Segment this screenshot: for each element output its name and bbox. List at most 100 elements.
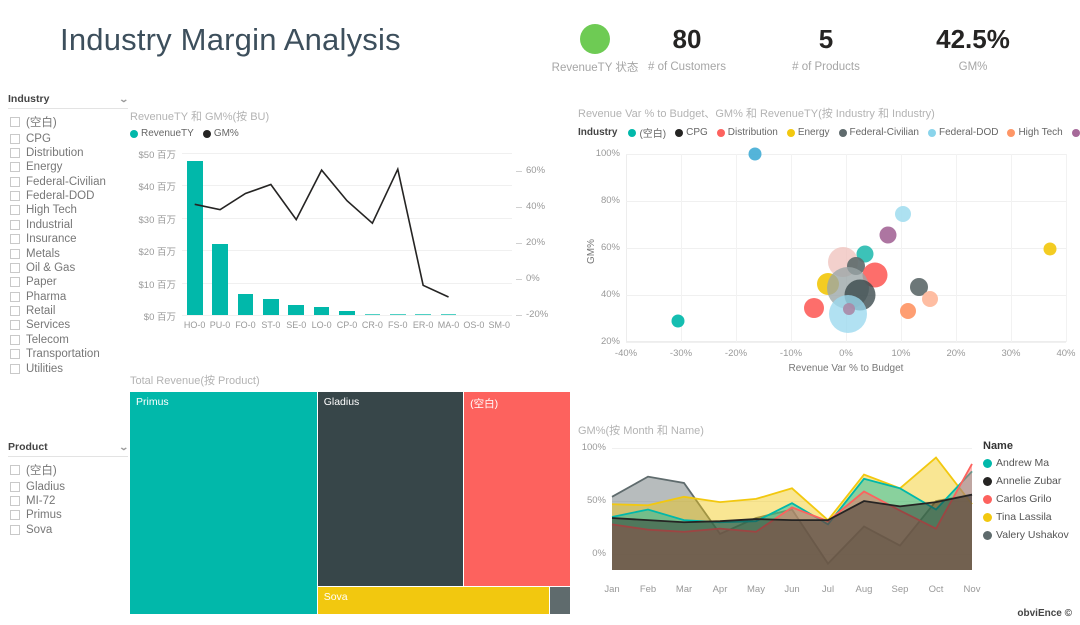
- checkbox-icon[interactable]: [10, 335, 20, 345]
- legend-item[interactable]: Tina Lassila: [983, 511, 1069, 523]
- area-chart-title: GM%(按 Month 和 Name): [578, 422, 1078, 438]
- slicer-item[interactable]: Oil & Gas: [8, 261, 128, 275]
- scatter-bubble[interactable]: [900, 303, 916, 319]
- slicer-item[interactable]: High Tech: [8, 203, 128, 217]
- legend-item[interactable]: Andrew Ma: [983, 457, 1069, 469]
- slicer-item[interactable]: Insurance: [8, 232, 128, 246]
- checkbox-icon[interactable]: [10, 263, 20, 273]
- treemap-cell[interactable]: Sova: [318, 587, 549, 614]
- checkbox-icon[interactable]: [10, 510, 20, 520]
- treemap-cell[interactable]: Gladius: [318, 392, 464, 586]
- legend-item[interactable]: Distribution: [717, 127, 778, 138]
- slicer-item[interactable]: (空白): [8, 461, 128, 479]
- treemap-cell-label: Gladius: [324, 396, 360, 408]
- chevron-down-icon[interactable]: ⌄: [119, 442, 130, 453]
- slicer-item[interactable]: MI-72: [8, 494, 128, 508]
- checkbox-icon[interactable]: [10, 465, 20, 475]
- scatter-bubble[interactable]: [672, 314, 685, 327]
- scatter-bubble[interactable]: [1043, 243, 1056, 256]
- legend-item[interactable]: GM%: [203, 128, 239, 139]
- legend-item[interactable]: Industrial: [1072, 127, 1080, 138]
- legend-label: Federal-DOD: [939, 127, 998, 138]
- checkbox-icon[interactable]: [10, 134, 20, 144]
- legend-item[interactable]: High Tech: [1007, 127, 1062, 138]
- checkbox-icon[interactable]: [10, 320, 20, 330]
- checkbox-icon[interactable]: [10, 148, 20, 158]
- x-axis-tick-label: -40%: [604, 348, 648, 359]
- slicer-item[interactable]: Industrial: [8, 218, 128, 232]
- legend-item[interactable]: Valery Ushakov: [983, 529, 1069, 541]
- scatter-chart-revenue-var[interactable]: Revenue Var % to Budget、GM% 和 RevenueTY(…: [578, 105, 1078, 390]
- legend-item[interactable]: CPG: [675, 127, 708, 138]
- checkbox-icon[interactable]: [10, 482, 20, 492]
- slicer-product[interactable]: Product ⌄ (空白)GladiusMI-72PrimusSova: [8, 441, 128, 537]
- slicer-item[interactable]: Utilities: [8, 361, 128, 375]
- area-chart-legend[interactable]: NameAndrew MaAnnelie ZubarCarlos GriloTi…: [983, 440, 1069, 547]
- slicer-item[interactable]: Federal-DOD: [8, 189, 128, 203]
- treemap-cell[interactable]: Primus: [130, 392, 317, 614]
- checkbox-icon[interactable]: [10, 525, 20, 535]
- legend-item[interactable]: (空白): [628, 125, 666, 140]
- slicer-item[interactable]: Metals: [8, 246, 128, 260]
- slicer-item[interactable]: Telecom: [8, 333, 128, 347]
- slicer-item[interactable]: Gladius: [8, 479, 128, 493]
- checkbox-icon[interactable]: [10, 117, 20, 127]
- slicer-item[interactable]: Federal-Civilian: [8, 175, 128, 189]
- checkbox-icon[interactable]: [10, 177, 20, 187]
- slicer-item[interactable]: Services: [8, 318, 128, 332]
- chevron-down-icon[interactable]: ⌄: [119, 94, 130, 105]
- slicer-item[interactable]: CPG: [8, 131, 128, 145]
- treemap-total-revenue[interactable]: Total Revenue(按 Product) PrimusGladius(空…: [130, 372, 572, 617]
- scatter-bubble[interactable]: [843, 303, 855, 315]
- slicer-industry[interactable]: Industry ⌄ (空白)CPGDistributionEnergyFede…: [8, 93, 128, 376]
- slicer-item-label: Distribution: [26, 147, 84, 159]
- legend-bullet-icon: [1007, 129, 1015, 137]
- slicer-item[interactable]: Primus: [8, 508, 128, 522]
- checkbox-icon[interactable]: [10, 234, 20, 244]
- scatter-bubble[interactable]: [749, 148, 762, 161]
- legend-item[interactable]: Annelie Zubar: [983, 475, 1069, 487]
- scatter-chart-legend[interactable]: Industry(空白)CPGDistributionEnergyFederal…: [578, 125, 1078, 140]
- checkbox-icon[interactable]: [10, 277, 20, 287]
- area-chart-gm-month[interactable]: GM%(按 Month 和 Name) 0%50%100%JanFebMarAp…: [578, 422, 1078, 617]
- checkbox-icon[interactable]: [10, 306, 20, 316]
- scatter-bubble[interactable]: [895, 206, 911, 222]
- scatter-bubble[interactable]: [922, 291, 938, 307]
- treemap-cell-label: (空白): [470, 398, 498, 410]
- slicer-product-header[interactable]: Product ⌄: [8, 441, 128, 457]
- slicer-item[interactable]: Sova: [8, 523, 128, 537]
- legend-item[interactable]: Federal-Civilian: [839, 127, 919, 138]
- slicer-item[interactable]: Retail: [8, 304, 128, 318]
- checkbox-icon[interactable]: [10, 191, 20, 201]
- legend-item[interactable]: Federal-DOD: [928, 127, 998, 138]
- checkbox-icon[interactable]: [10, 349, 20, 359]
- slicer-item[interactable]: Paper: [8, 275, 128, 289]
- legend-item[interactable]: RevenueTY: [130, 128, 194, 139]
- treemap-cell[interactable]: (空白): [464, 392, 569, 586]
- slicer-item[interactable]: (空白): [8, 113, 128, 131]
- checkbox-icon[interactable]: [10, 496, 20, 506]
- checkbox-icon[interactable]: [10, 205, 20, 215]
- slicer-industry-header[interactable]: Industry ⌄: [8, 93, 128, 109]
- kpi-gm-percent: 42.5% GM%: [918, 22, 1028, 73]
- scatter-bubble[interactable]: [804, 298, 824, 318]
- slicer-product-list: (空白)GladiusMI-72PrimusSova: [8, 461, 128, 537]
- legend-item[interactable]: Carlos Grilo: [983, 493, 1069, 505]
- legend-item[interactable]: Energy: [787, 127, 830, 138]
- treemap-cell-label: Sova: [324, 591, 348, 603]
- slicer-item[interactable]: Distribution: [8, 146, 128, 160]
- checkbox-icon[interactable]: [10, 249, 20, 259]
- combo-chart-revenue-gm[interactable]: RevenueTY 和 GM%(按 BU) RevenueTYGM% $0 百万…: [130, 108, 570, 358]
- treemap-cell[interactable]: [550, 587, 569, 614]
- scatter-bubble[interactable]: [879, 227, 896, 244]
- slicer-item[interactable]: Pharma: [8, 290, 128, 304]
- slicer-item[interactable]: Transportation: [8, 347, 128, 361]
- checkbox-icon[interactable]: [10, 220, 20, 230]
- checkbox-icon[interactable]: [10, 162, 20, 172]
- checkbox-icon[interactable]: [10, 292, 20, 302]
- combo-chart-legend[interactable]: RevenueTY GM%: [130, 128, 570, 139]
- slicer-item[interactable]: Energy: [8, 160, 128, 174]
- legend-bullet-icon: [675, 129, 683, 137]
- checkbox-icon[interactable]: [10, 364, 20, 374]
- x-axis-title: Revenue Var % to Budget: [776, 363, 916, 374]
